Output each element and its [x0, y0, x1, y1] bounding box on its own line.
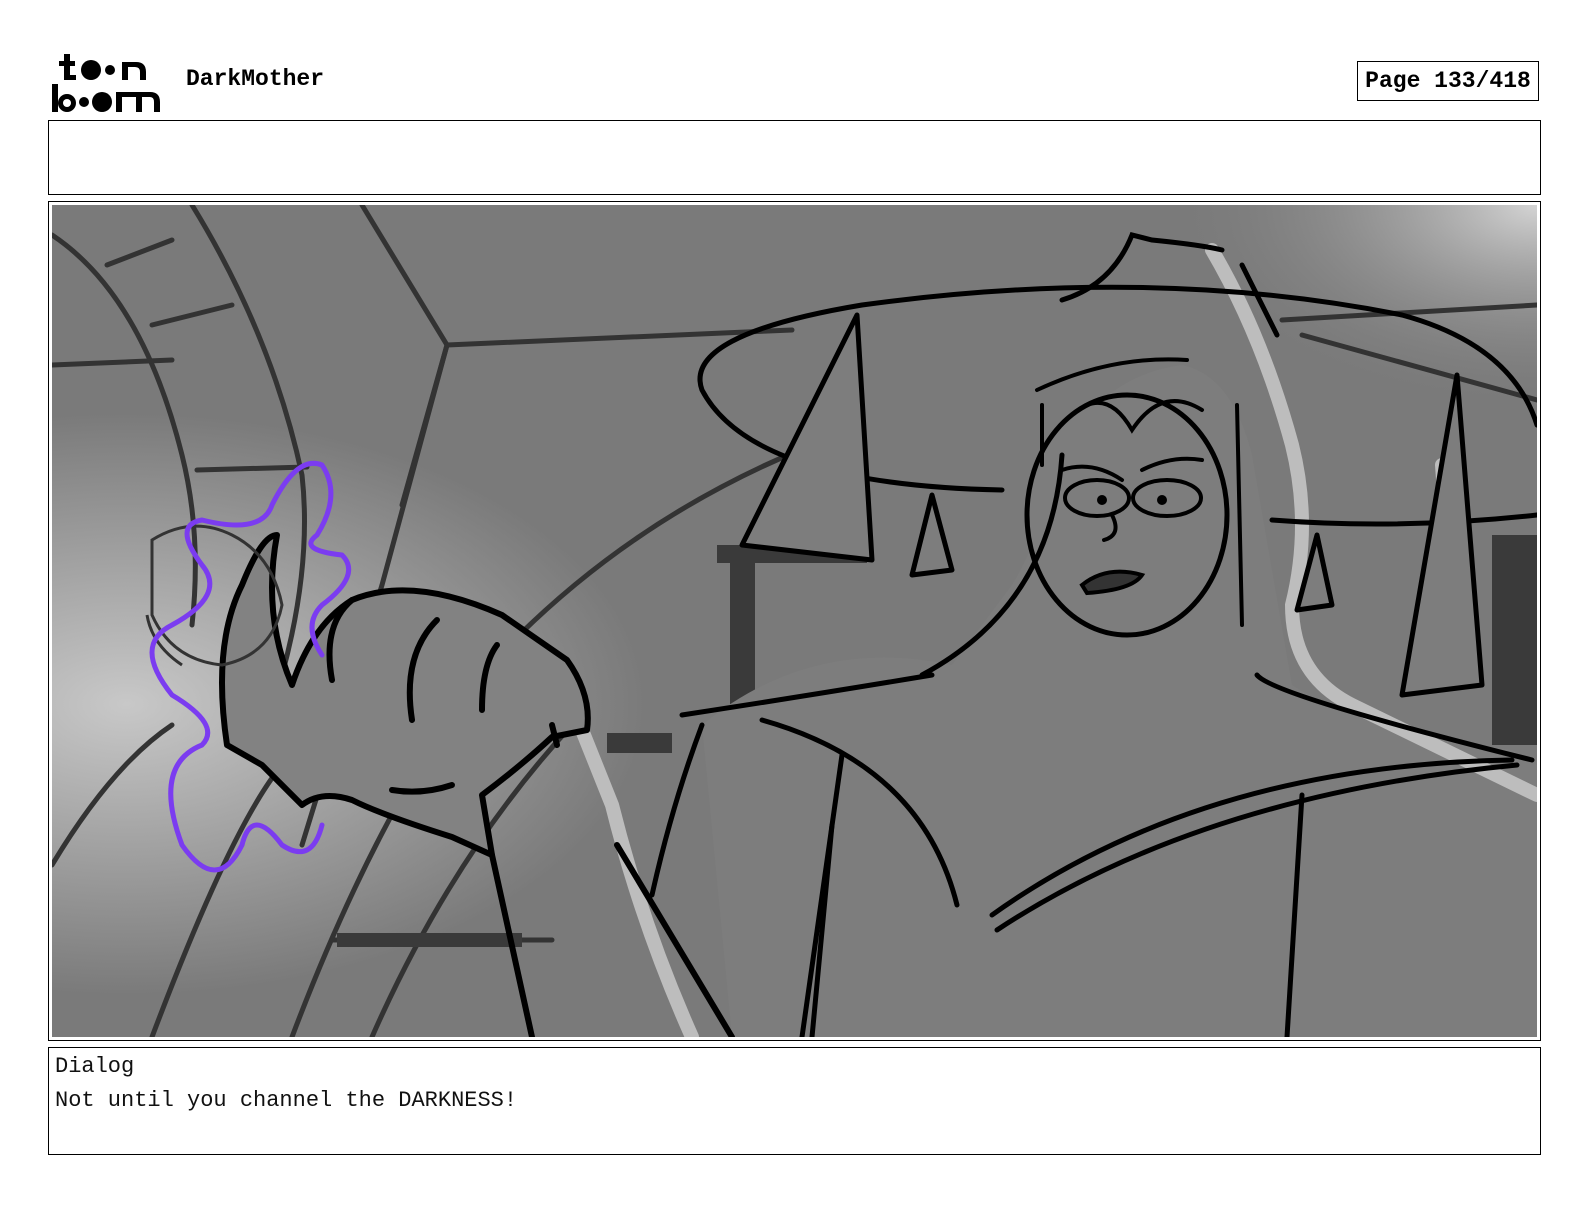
- toonboom-logo: [52, 54, 160, 112]
- page-indicator: Page 133/418: [1357, 61, 1539, 101]
- dialog-label: Dialog: [55, 1054, 135, 1079]
- dialog-box: Dialog Not until you channel the DARKNES…: [48, 1047, 1541, 1155]
- storyboard-panel-image: [52, 205, 1537, 1037]
- action-notes-box: [48, 120, 1541, 195]
- dialog-text: Not until you channel the DARKNESS!: [55, 1088, 518, 1113]
- project-title: DarkMother: [186, 66, 325, 92]
